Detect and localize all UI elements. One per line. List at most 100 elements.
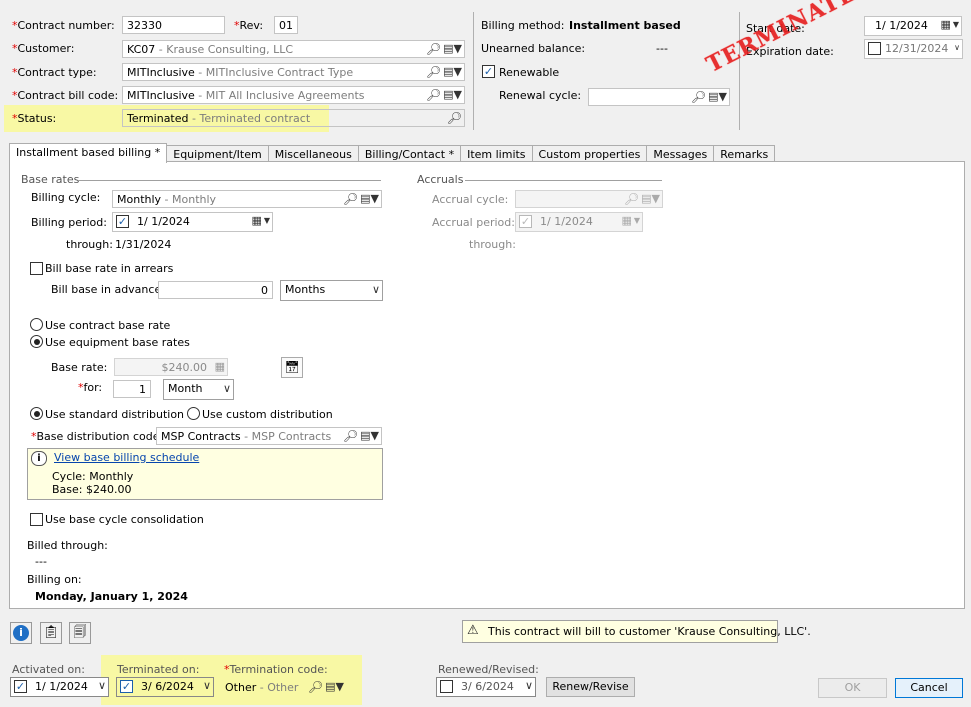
magnifier-icon[interactable]: 🔎︎ (447, 111, 462, 125)
advance-input[interactable]: 0 (158, 281, 273, 299)
bill-code-label: *Contract bill code: (12, 89, 119, 102)
billing-period-checkbox[interactable]: ✓ (116, 215, 129, 228)
customer-label: *Customer: (12, 42, 75, 55)
chevron-down-icon[interactable]: ∨ (98, 679, 106, 693)
tab-bar: Installment based billing * Equipment/It… (9, 143, 776, 163)
custom-distribution-radio[interactable] (187, 407, 200, 420)
magnifier-icon[interactable]: 🔎︎ (426, 65, 441, 79)
magnifier-icon[interactable]: 🔎︎ (343, 429, 358, 443)
page-dropdown-icon[interactable]: ▤▼ (325, 680, 344, 694)
bill-code-field[interactable]: MITInclusive - MIT All Inclusive Agreeme… (122, 86, 465, 104)
contract-number-label: *Contract number: (12, 19, 115, 32)
ok-button[interactable]: OK (818, 678, 887, 698)
contract-base-rate-radio[interactable] (30, 318, 43, 331)
equipment-base-rates-label: Use equipment base rates (45, 336, 190, 349)
page-dropdown-icon[interactable]: ▤▼ (443, 42, 462, 56)
info-icon[interactable]: i (10, 622, 32, 644)
view-schedule-link[interactable]: View base billing schedule (54, 451, 199, 464)
advance-label: Bill base in advance: (51, 283, 165, 296)
page-dropdown-icon[interactable]: ▤▼ (708, 90, 727, 104)
accrual-period-checkbox: ✓ (519, 215, 532, 228)
chevron-down-icon: ▼ (633, 216, 640, 225)
accrual-period-label: Accrual period: (432, 216, 515, 229)
renew-revise-button[interactable]: Renew/Revise (546, 677, 635, 697)
chevron-down-icon[interactable]: ∨ (954, 41, 960, 55)
page-dropdown-icon[interactable]: ▤▼ (360, 429, 379, 443)
page-dropdown-icon[interactable]: ▤▼ (360, 192, 379, 206)
rev-field[interactable]: 01 (274, 16, 298, 34)
termination-code-field[interactable]: Other - Other 🔎︎ ▤▼ (220, 678, 347, 696)
billing-on-label: Billing on: (27, 573, 82, 586)
tab-installment-billing[interactable]: Installment based billing * (9, 143, 168, 163)
calendar-icon[interactable]: ▦ (940, 18, 950, 32)
calculator-icon: ▦ (214, 360, 225, 373)
billing-cycle-field[interactable]: Monthly - Monthly 🔎︎ ▤▼ (112, 190, 382, 208)
accrual-cycle-field: 🔎︎ ▤▼ (515, 190, 663, 208)
renewed-date-field[interactable]: 3/ 6/2024 ∨ (436, 677, 536, 697)
activated-label: Activated on: (12, 663, 85, 676)
header-divider-left (473, 12, 474, 130)
unearned-label: Unearned balance: (481, 42, 586, 55)
clipboard-icon[interactable]: 📋︎ (40, 622, 62, 644)
base-rates-divider (78, 180, 381, 181)
contract-number-field[interactable]: 32330 (122, 16, 225, 34)
chevron-down-icon[interactable]: ∨ (223, 382, 231, 396)
billing-period-field[interactable]: ✓ 1/ 1/2024 ▦ ▼ (112, 212, 273, 232)
through-value: 1/31/2024 (115, 238, 172, 251)
activated-date-field[interactable]: ✓ 1/ 1/2024 ∨ (10, 677, 109, 697)
for-unit-select[interactable]: Month ∨ (163, 379, 234, 400)
terminated-date-field[interactable]: ✓ 3/ 6/2024 ∨ (116, 677, 214, 697)
page-dropdown-icon[interactable]: ▤▼ (443, 88, 462, 102)
magnifier-icon[interactable]: 🔎︎ (426, 42, 441, 56)
base-rate-label: Base rate: (51, 361, 108, 374)
renewable-label: Renewable (499, 66, 560, 79)
standard-distribution-radio[interactable] (30, 407, 43, 420)
magnifier-icon: 🔎︎ (623, 192, 640, 206)
magnifier-icon[interactable]: 🔎︎ (691, 90, 706, 104)
magnifier-icon[interactable]: 🔎︎ (343, 192, 358, 206)
expiration-enable-checkbox[interactable] (868, 42, 881, 55)
base-distribution-field[interactable]: MSP Contracts - MSP Contracts 🔎︎ ▤▼ (156, 427, 382, 445)
renewed-checkbox[interactable] (440, 680, 453, 693)
billing-method-value: Installment based (569, 19, 681, 32)
billing-cycle-label: Billing cycle: (31, 191, 101, 204)
info-bubble-icon: i (31, 451, 47, 466)
copy-document-icon[interactable]: 🗐︎ (69, 622, 91, 644)
bill-to-notice: ⚠︎ This contract will bill to customer '… (462, 620, 811, 643)
status-field[interactable]: Terminated - Terminated contract 🔎︎ (122, 109, 465, 127)
renewal-cycle-field[interactable]: 🔎︎ ▤▼ (588, 88, 730, 106)
equipment-base-rates-radio[interactable] (30, 335, 43, 348)
start-date-field[interactable]: 1/ 1/2024 ▦ ▼ (864, 16, 962, 36)
customer-field[interactable]: KC07 - Krause Consulting, LLC 🔎︎ ▤▼ (122, 40, 465, 58)
magnifier-icon[interactable]: 🔎︎ (426, 88, 441, 102)
activated-checkbox[interactable]: ✓ (14, 680, 27, 693)
chevron-down-icon[interactable]: ▼ (264, 214, 270, 228)
standard-distribution-label: Use standard distribution (45, 408, 185, 421)
consolidation-label: Use base cycle consolidation (45, 513, 204, 526)
renewable-checkbox[interactable]: ✓ (482, 65, 495, 78)
contract-type-field[interactable]: MITInclusive - MITInclusive Contract Typ… (122, 63, 465, 81)
consolidation-checkbox[interactable] (30, 513, 43, 526)
for-input[interactable]: 1 (113, 380, 151, 398)
unearned-value: --- (656, 42, 668, 55)
arrears-label: Bill base rate in arrears (45, 262, 174, 275)
page-dropdown-icon: ▤▼ (641, 192, 660, 205)
magnifier-icon[interactable]: 🔎︎ (308, 680, 323, 694)
chevron-down-icon[interactable]: ∨ (372, 283, 380, 297)
rate-schedule-icon[interactable]: 📅︎ (281, 357, 303, 378)
terminated-checkbox[interactable]: ✓ (120, 680, 133, 693)
calendar-icon[interactable]: ▦ (251, 214, 261, 228)
cancel-button[interactable]: Cancel (895, 678, 963, 698)
base-rates-title: Base rates (21, 173, 80, 186)
chevron-down-icon[interactable]: ∨ (203, 679, 211, 693)
renewed-label: Renewed/Revised: (438, 663, 539, 676)
chevron-down-icon[interactable]: ▼ (953, 18, 959, 32)
expiration-date-field[interactable]: 12/31/2024 ∨ (864, 39, 963, 59)
billing-schedule-info-box: i View base billing schedule Cycle: Mont… (27, 448, 383, 500)
base-rate-field: $240.00 ▦ (114, 358, 228, 376)
chevron-down-icon[interactable]: ∨ (525, 679, 533, 693)
page-dropdown-icon[interactable]: ▤▼ (443, 65, 462, 79)
advance-unit-select[interactable]: Months ∨ (280, 280, 383, 301)
billing-period-label: Billing period: (31, 216, 107, 229)
arrears-checkbox[interactable] (30, 262, 43, 275)
